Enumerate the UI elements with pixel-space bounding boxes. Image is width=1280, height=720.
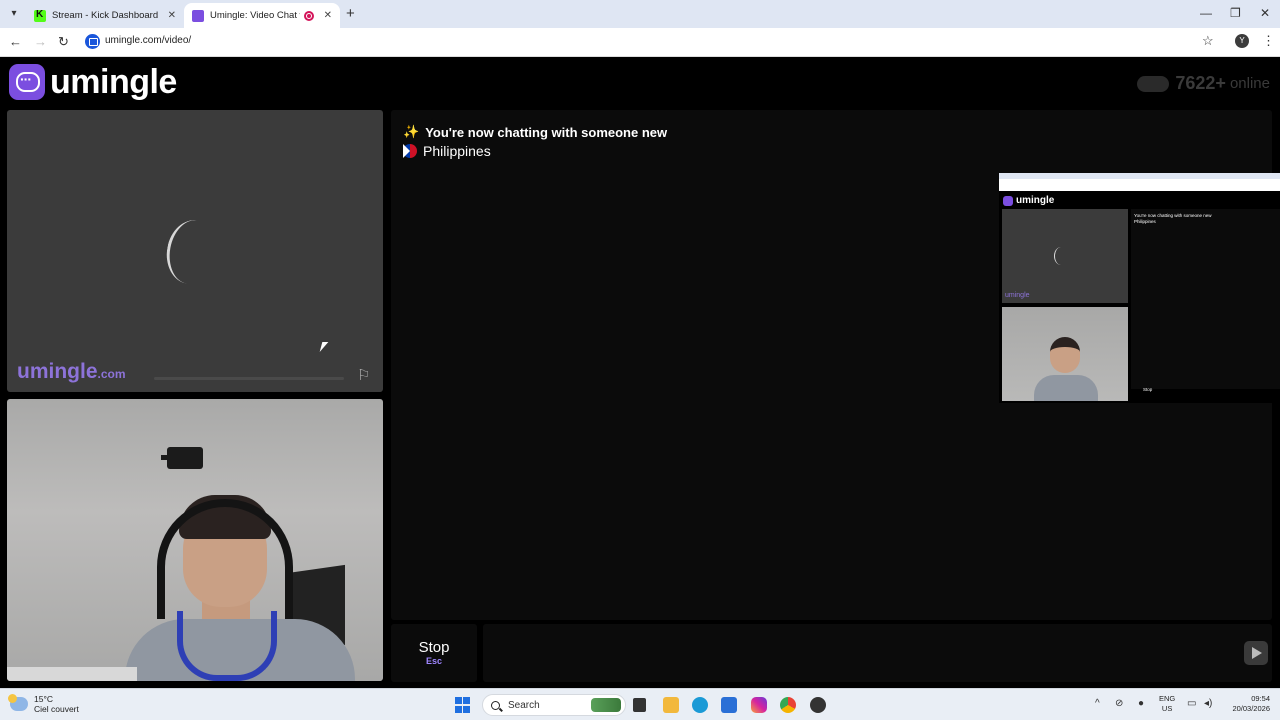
video-watermark: umingle.com [17,360,126,383]
weather-text: Ciel couvert [34,704,79,714]
edge-icon[interactable] [692,697,708,713]
chat-country: Philippines [403,143,491,159]
stranger-video: umingle.com ⚐ [7,110,383,392]
volume-icon[interactable]: ◂) [1204,698,1212,709]
tab-kick-dashboard[interactable]: Stream - Kick Dashboard ✕ [26,3,184,28]
umingle-icon [192,9,204,22]
cloudy-weather-icon [8,694,28,711]
preview-stranger-video: umingle [1002,209,1128,303]
preview-chat: You're now chatting with someone new Phi… [1131,209,1280,389]
umingle-page: umingle 7622+ online umingle.com ⚐ ✨ You… [0,58,1280,688]
search-icon [491,700,500,710]
more-menu-icon[interactable]: ⋮ [1262,33,1275,49]
browser-tab-bar: ▾ Stream - Kick Dashboard ✕ Umingle: Vid… [0,0,1280,28]
preview-logo: umingle [1003,195,1054,206]
forward-icon[interactable]: → [34,34,47,49]
site-info-icon[interactable] [85,34,100,49]
chat-bubble-icon [9,64,45,100]
bookmark-star-icon[interactable]: ☆ [1202,33,1214,49]
profile-avatar[interactable]: Y [1235,34,1249,48]
back-icon[interactable]: ← [9,34,22,49]
online-indicator: 7622+ online [1137,73,1270,94]
language-indicator[interactable]: ENG US [1159,694,1175,714]
connection-progress [154,377,344,380]
minimize-icon[interactable]: — [1200,6,1212,20]
windows-start-icon[interactable] [455,697,471,713]
close-window-icon[interactable]: ✕ [1260,6,1270,20]
file-explorer-icon[interactable] [663,697,679,713]
philippines-flag-icon [403,144,417,158]
store-icon[interactable] [721,697,737,713]
send-icon[interactable] [1244,641,1268,665]
url-text[interactable]: umingle.com/video/ [105,35,191,46]
taskbar-search[interactable]: Search [482,694,626,716]
weather-widget[interactable]: 15°C Ciel couvert [8,694,79,714]
show-hidden-icons-icon[interactable]: ^ [1095,698,1100,709]
microphone-icon[interactable]: ● [1138,698,1144,709]
online-label: online [1229,75,1270,92]
recording-app-icon[interactable] [810,697,826,713]
screen-share-preview: umingle umingle You're now chatting with… [999,173,1280,403]
address-bar-row: ← → ↻ umingle.com/video/ ☆ Y ⋮ [0,28,1280,57]
reload-icon[interactable]: ↻ [58,34,69,50]
restore-icon[interactable]: ❐ [1230,6,1241,20]
headset-shape [157,499,293,619]
new-tab-icon[interactable]: + [346,5,355,22]
stop-button[interactable]: Stop Esc [391,624,477,682]
stop-label: Stop [418,639,450,656]
chat-bubble-icon [1003,195,1013,206]
task-view-icon[interactable] [633,698,646,712]
tab-search-icon[interactable]: ▾ [6,6,22,22]
message-input[interactable] [483,624,1272,682]
chat-controls: Stop Esc [391,624,1272,682]
country-name: Philippines [423,143,491,159]
sparkles-icon: ✨ [403,124,420,139]
online-toggle[interactable] [1137,75,1170,92]
logo-text: umingle [50,62,177,101]
tab-title: Stream - Kick Dashboard [52,10,159,21]
self-video [7,399,383,681]
tab-title: Umingle: Video Chat with S [210,10,300,21]
online-count: 7622+ [1175,73,1226,93]
stop-shortcut-hint: Esc [425,656,442,666]
network-off-icon[interactable]: ⊘ [1115,698,1123,709]
clock-time: 09:54 [1251,694,1270,703]
chrome-icon[interactable] [780,697,796,713]
omnibox[interactable]: umingle.com/video/ [80,31,1225,53]
preview-self-video [1002,307,1128,401]
close-tab-icon[interactable]: ✕ [168,10,176,21]
clock-date: 20/03/2026 [1232,704,1270,713]
site-logo[interactable]: umingle [9,63,177,101]
recording-icon [303,10,314,21]
tab-umingle[interactable]: Umingle: Video Chat with S ✕ [184,3,340,28]
display-icon[interactable]: ▭ [1187,698,1196,709]
chat-status-text: You're now chatting with someone new [425,124,668,140]
kick-icon [34,9,46,22]
search-highlight-icon [591,698,621,712]
windows-taskbar: 15°C Ciel couvert Search ^ ⊘ ● ENG US ▭ … [0,688,1280,720]
loading-spinner-icon [161,216,223,288]
temperature: 15°C [34,694,53,704]
close-tab-icon[interactable]: ✕ [324,10,332,21]
system-clock[interactable]: 09:54 20/03/2026 [1222,694,1270,714]
chat-status: ✨ You're now chatting with someone new [403,124,667,140]
report-flag-icon[interactable]: ⚐ [357,366,375,384]
instagram-icon[interactable] [751,697,767,713]
